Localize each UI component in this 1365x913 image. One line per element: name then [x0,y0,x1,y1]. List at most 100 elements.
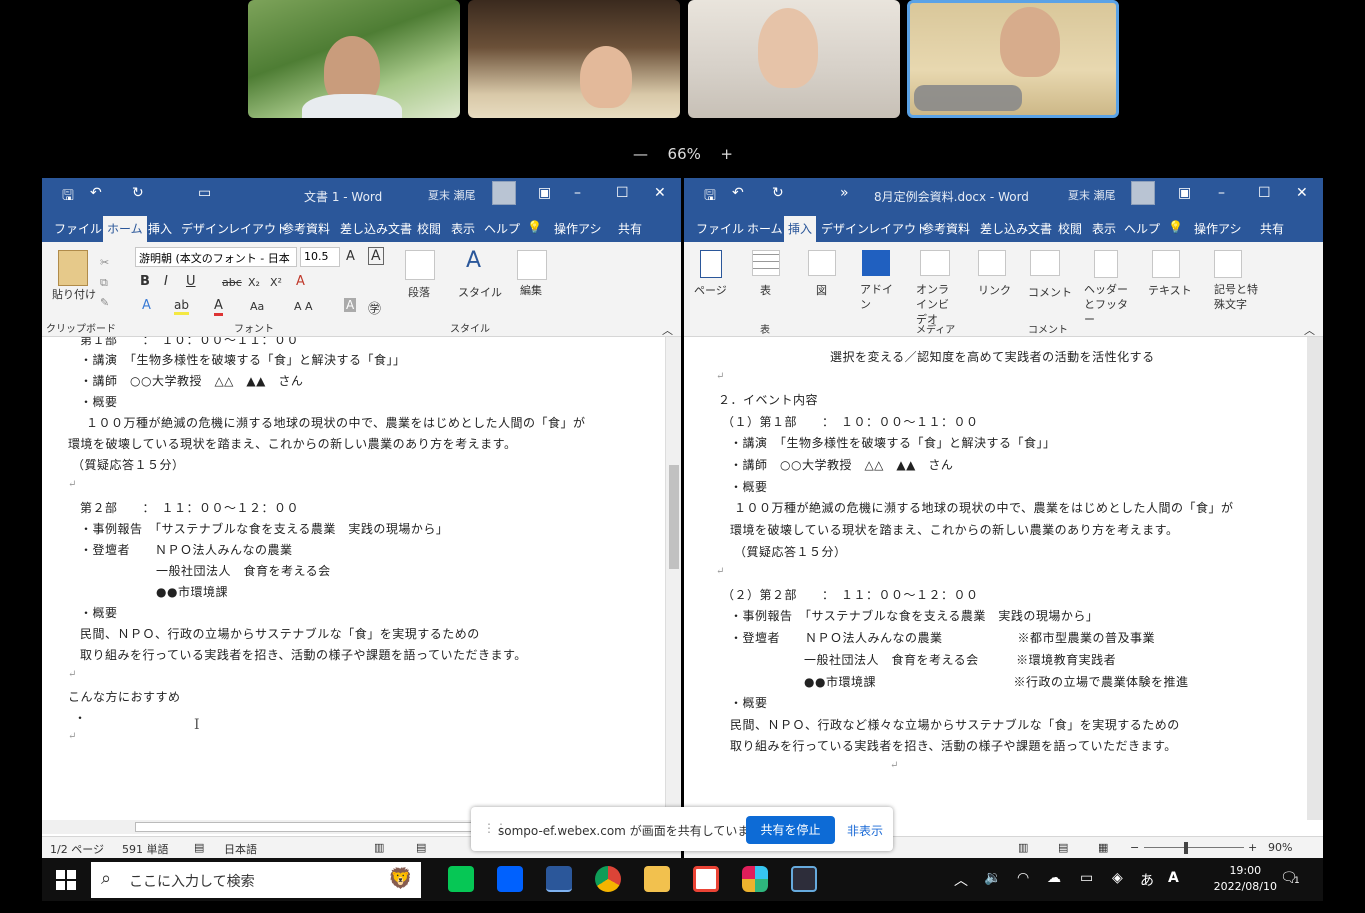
wifi-icon[interactable]: ◠ [1017,870,1029,886]
tab-file[interactable]: ファイル [54,220,102,237]
ribbon-display-icon[interactable]: ▣ [538,185,551,201]
save-icon[interactable]: 🖫 [704,185,716,209]
table-icon[interactable] [752,250,780,276]
text-effect-icon[interactable]: A [142,298,151,313]
tab-view[interactable]: 表示 [451,220,475,237]
volume-icon[interactable]: 🔉 [984,870,1001,886]
scroll-thumb[interactable] [669,465,679,569]
undo-icon[interactable]: ↶ [90,185,102,201]
print-layout-icon[interactable]: ▤ [416,841,426,854]
onedrive-icon[interactable]: ☁ [1047,870,1061,886]
enclose-char-icon[interactable]: ㊫ [368,298,381,317]
taskbar-search[interactable]: ⌕ ここに入力して検索 🦁 [91,862,421,898]
tab-insert[interactable]: 挿入 [148,220,172,237]
minimize-icon[interactable]: – [1218,185,1225,201]
document-body[interactable]: 第１部 ： １０：００～１１：００ ・講演 「生物多様性を破壊する「食」と解決す… [42,337,681,820]
tab-review[interactable]: 校閲 [1058,220,1082,237]
char-shading-icon[interactable]: A [344,298,357,312]
collapse-ribbon-icon[interactable]: ︿ [662,322,673,338]
styles-button[interactable]: スタイル [458,284,502,300]
link-icon[interactable] [978,250,1006,276]
tab-layout[interactable]: レイアウト [868,220,928,237]
proofing-icon[interactable]: ▤ [194,841,204,854]
tab-tell-me[interactable]: 操作アシ [554,220,602,237]
open-folder-icon[interactable]: ▭ [198,185,211,201]
tab-mailings[interactable]: 差し込み文書 [980,220,1052,237]
file-explorer-icon[interactable] [644,866,670,892]
change-case-icon[interactable]: Aa [250,300,264,313]
video-tile-3[interactable] [688,0,900,118]
page-count[interactable]: 1/2 ページ [50,841,104,857]
font-size-select[interactable]: 10.5 [300,247,340,267]
paragraph-button[interactable]: 段落 [408,284,430,300]
slack-icon[interactable] [742,866,768,892]
font-name-select[interactable]: 游明朝 (本文のフォント - 日本 [135,247,297,267]
redo-icon[interactable]: ↻ [772,185,784,201]
zoom-percent[interactable]: 90% [1268,841,1292,854]
show-hidden-icons-icon[interactable]: ︿ [954,870,968,890]
paragraph-icon[interactable] [405,250,435,280]
redo-icon[interactable]: ↻ [132,185,144,201]
avatar[interactable] [492,181,516,205]
tab-tell-me[interactable]: 操作アシ [1194,220,1242,237]
editing-button[interactable]: 編集 [520,282,542,298]
word-count[interactable]: 591 単語 [122,841,169,857]
collapse-ribbon-icon[interactable]: ︿ [1304,322,1315,338]
battery-icon[interactable]: ▭ [1080,870,1093,886]
search-input[interactable]: ここに入力して検索 [129,871,255,891]
dropbox-icon[interactable] [497,866,523,892]
windows-start-icon[interactable] [56,870,76,890]
minimize-icon[interactable]: – [574,185,581,201]
lightbulb-icon[interactable]: 💡 [527,220,542,234]
save-icon[interactable]: 🖫 [62,185,74,209]
picture-icon[interactable] [808,250,836,276]
tab-design[interactable]: デザイン [181,220,229,237]
dropbox-tray-icon[interactable]: ◈ [1112,870,1123,886]
scroll-thumb[interactable] [135,822,475,832]
comment-button[interactable]: コメント [1028,284,1072,300]
tab-share[interactable]: 共有 [1260,220,1284,237]
styles-icon[interactable]: A [466,248,481,273]
format-painter-icon[interactable]: ✎ [100,296,109,309]
tab-help[interactable]: ヘルプ [484,220,520,237]
italic-icon[interactable]: I [164,274,168,289]
language[interactable]: 日本語 [224,841,257,857]
table-button[interactable]: 表 [760,282,771,298]
tab-review[interactable]: 校閲 [417,220,441,237]
video-tile-1[interactable] [248,0,460,118]
clipboard-icon[interactable] [58,250,88,286]
stop-sharing-button[interactable]: 共有を停止 [746,816,835,844]
search-icon[interactable] [517,250,547,280]
tab-layout[interactable]: レイアウト [228,220,288,237]
document-body[interactable]: 選択を変える／認知度を高めて実践者の活動を活性化する ↵ ２．イベント内容 （１… [684,337,1323,820]
zoom-in-icon[interactable]: + [1248,841,1257,854]
addin-icon[interactable] [862,250,890,276]
clear-format-icon[interactable]: A [368,247,384,265]
header-footer-icon[interactable] [1094,250,1118,278]
zoom-slider-thumb[interactable] [1184,842,1188,854]
omega-icon[interactable] [1214,250,1242,278]
strikethrough-icon[interactable]: abc [222,276,242,289]
undo-icon[interactable]: ↶ [732,185,744,201]
grow-shrink-icon[interactable]: A A [294,300,313,313]
tab-design[interactable]: デザイン [821,220,869,237]
tab-share[interactable]: 共有 [618,220,642,237]
addins-button[interactable]: アドイン [860,282,894,312]
cut-icon[interactable]: ✂ [100,256,109,269]
copy-icon[interactable]: ⧉ [100,276,108,290]
tab-view[interactable]: 表示 [1092,220,1116,237]
search-highlight-icon[interactable]: 🦁 [388,866,413,890]
font-color-icon[interactable]: A [214,298,223,316]
gmail-icon[interactable] [693,866,719,892]
header-footer-button[interactable]: ヘッダーとフッター [1084,282,1134,327]
tab-insert[interactable]: 挿入 [784,216,817,242]
close-icon[interactable]: ✕ [654,185,666,201]
video-icon[interactable] [920,250,950,276]
pages-button[interactable]: ページ [694,282,727,298]
tab-help[interactable]: ヘルプ [1124,220,1160,237]
ime-mode[interactable]: あ [1140,870,1154,890]
clock[interactable]: 19:00 2022/08/10 [1214,863,1277,895]
ribbon-display-icon[interactable]: ▣ [1178,185,1191,201]
symbols-button[interactable]: 記号と特殊文字 [1214,282,1262,312]
webex-icon[interactable] [791,866,817,892]
